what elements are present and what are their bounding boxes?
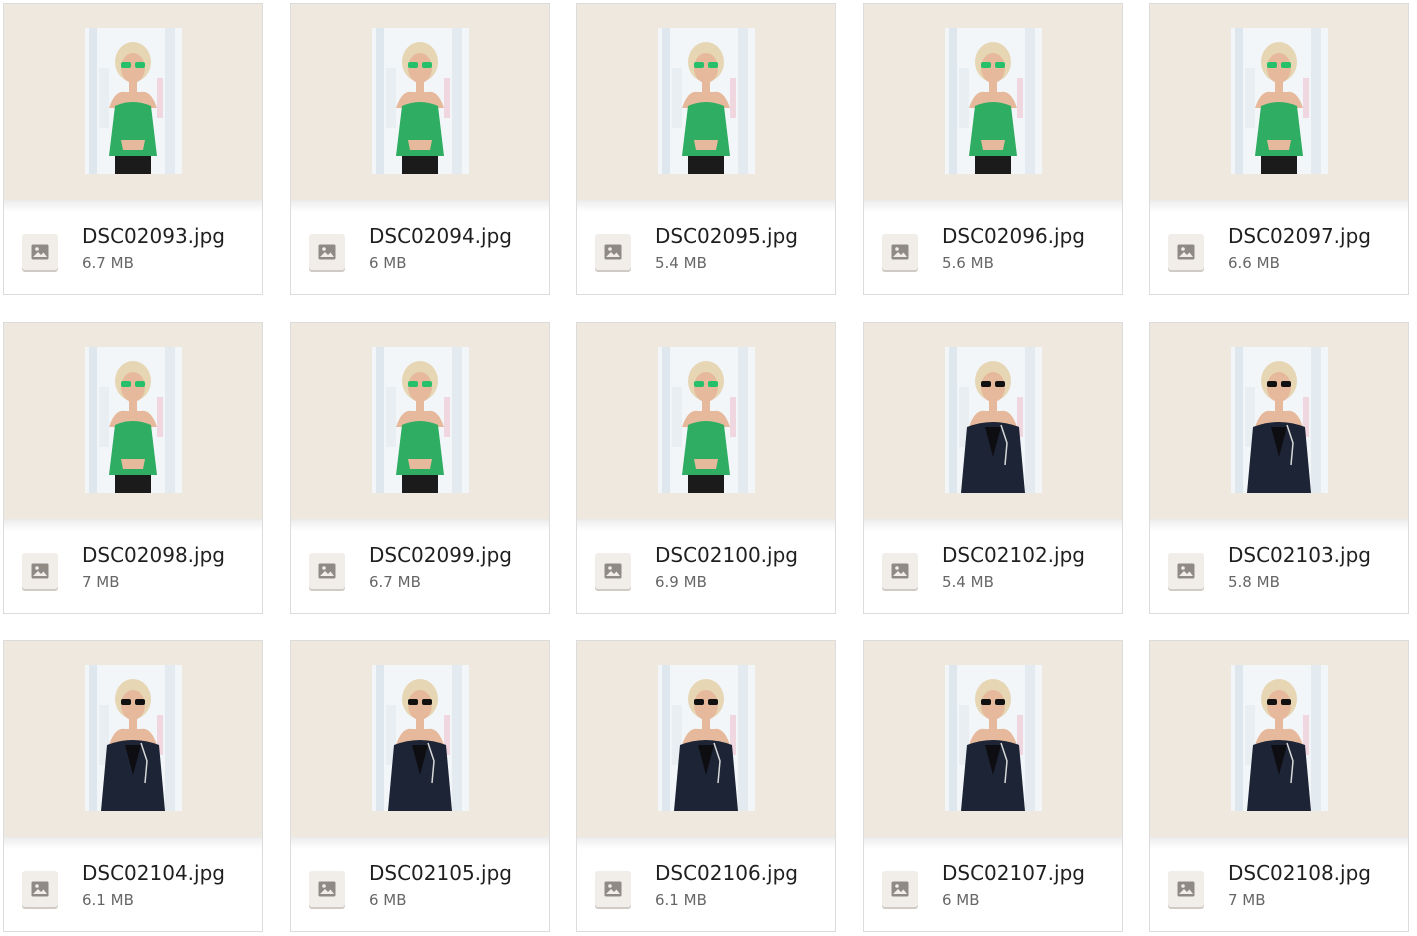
image-file-icon <box>882 553 918 589</box>
file-size: 6.7 MB <box>369 573 421 591</box>
file-size: 6.1 MB <box>655 891 707 909</box>
file-card[interactable]: DSC02107.jpg 6 MB <box>863 640 1123 932</box>
image-file-icon <box>882 871 918 907</box>
file-preview <box>1150 641 1408 849</box>
photo-thumbnail <box>372 28 469 174</box>
file-card[interactable]: DSC02094.jpg 6 MB <box>290 3 550 295</box>
file-card[interactable]: DSC02098.jpg 7 MB <box>3 322 263 614</box>
image-file-icon <box>22 871 58 907</box>
file-name: DSC02096.jpg <box>942 224 1085 248</box>
file-preview <box>291 641 549 849</box>
file-name: DSC02107.jpg <box>942 861 1085 885</box>
file-preview <box>4 641 262 849</box>
file-card[interactable]: DSC02093.jpg 6.7 MB <box>3 3 263 295</box>
photo-thumbnail <box>658 347 755 493</box>
file-name: DSC02098.jpg <box>82 543 225 567</box>
file-size: 6 MB <box>369 891 407 909</box>
file-preview <box>291 323 549 531</box>
image-file-icon <box>22 553 58 589</box>
file-size: 5.4 MB <box>655 254 707 272</box>
file-preview <box>577 641 835 849</box>
file-name: DSC02094.jpg <box>369 224 512 248</box>
file-preview <box>577 4 835 212</box>
image-file-icon <box>1168 234 1204 270</box>
photo-thumbnail <box>1231 665 1328 811</box>
file-name: DSC02093.jpg <box>82 224 225 248</box>
file-size: 6.7 MB <box>82 254 134 272</box>
file-card[interactable]: DSC02105.jpg 6 MB <box>290 640 550 932</box>
photo-thumbnail <box>658 665 755 811</box>
file-size: 7 MB <box>82 573 120 591</box>
file-card[interactable]: DSC02102.jpg 5.4 MB <box>863 322 1123 614</box>
file-card[interactable]: DSC02097.jpg 6.6 MB <box>1149 3 1409 295</box>
photo-thumbnail <box>372 347 469 493</box>
file-card[interactable]: DSC02096.jpg 5.6 MB <box>863 3 1123 295</box>
photo-thumbnail <box>85 28 182 174</box>
photo-thumbnail <box>85 347 182 493</box>
image-file-icon <box>1168 871 1204 907</box>
file-name: DSC02100.jpg <box>655 543 798 567</box>
file-size: 6.9 MB <box>655 573 707 591</box>
photo-thumbnail <box>658 28 755 174</box>
file-name: DSC02102.jpg <box>942 543 1085 567</box>
file-name: DSC02097.jpg <box>1228 224 1371 248</box>
file-size: 5.4 MB <box>942 573 994 591</box>
file-preview <box>4 323 262 531</box>
image-file-icon <box>309 871 345 907</box>
file-card[interactable]: DSC02104.jpg 6.1 MB <box>3 640 263 932</box>
image-file-icon <box>309 553 345 589</box>
file-preview <box>1150 323 1408 531</box>
image-file-icon <box>309 234 345 270</box>
file-size: 5.8 MB <box>1228 573 1280 591</box>
photo-thumbnail <box>945 665 1042 811</box>
file-card[interactable]: DSC02103.jpg 5.8 MB <box>1149 322 1409 614</box>
photo-thumbnail <box>945 28 1042 174</box>
file-name: DSC02108.jpg <box>1228 861 1371 885</box>
image-file-icon <box>22 234 58 270</box>
photo-thumbnail <box>1231 28 1328 174</box>
file-name: DSC02105.jpg <box>369 861 512 885</box>
file-card[interactable]: DSC02100.jpg 6.9 MB <box>576 322 836 614</box>
file-name: DSC02095.jpg <box>655 224 798 248</box>
file-preview <box>864 641 1122 849</box>
file-card[interactable]: DSC02095.jpg 5.4 MB <box>576 3 836 295</box>
photo-thumbnail <box>85 665 182 811</box>
file-size: 5.6 MB <box>942 254 994 272</box>
file-preview <box>864 4 1122 212</box>
file-preview <box>864 323 1122 531</box>
image-file-icon <box>595 234 631 270</box>
file-size: 6 MB <box>942 891 980 909</box>
image-file-icon <box>1168 553 1204 589</box>
image-file-icon <box>882 234 918 270</box>
file-grid: DSC02093.jpg 6.7 MB DSC02094.jpg 6 MB DSC020… <box>0 0 1417 936</box>
photo-thumbnail <box>1231 347 1328 493</box>
image-file-icon <box>595 553 631 589</box>
file-preview <box>291 4 549 212</box>
file-size: 6 MB <box>369 254 407 272</box>
photo-thumbnail <box>945 347 1042 493</box>
file-size: 7 MB <box>1228 891 1266 909</box>
file-size: 6.6 MB <box>1228 254 1280 272</box>
file-size: 6.1 MB <box>82 891 134 909</box>
file-preview <box>1150 4 1408 212</box>
file-card[interactable]: DSC02108.jpg 7 MB <box>1149 640 1409 932</box>
file-preview <box>4 4 262 212</box>
file-card[interactable]: DSC02106.jpg 6.1 MB <box>576 640 836 932</box>
file-preview <box>577 323 835 531</box>
file-name: DSC02104.jpg <box>82 861 225 885</box>
file-name: DSC02099.jpg <box>369 543 512 567</box>
photo-thumbnail <box>372 665 469 811</box>
image-file-icon <box>595 871 631 907</box>
file-card[interactable]: DSC02099.jpg 6.7 MB <box>290 322 550 614</box>
file-name: DSC02106.jpg <box>655 861 798 885</box>
file-name: DSC02103.jpg <box>1228 543 1371 567</box>
